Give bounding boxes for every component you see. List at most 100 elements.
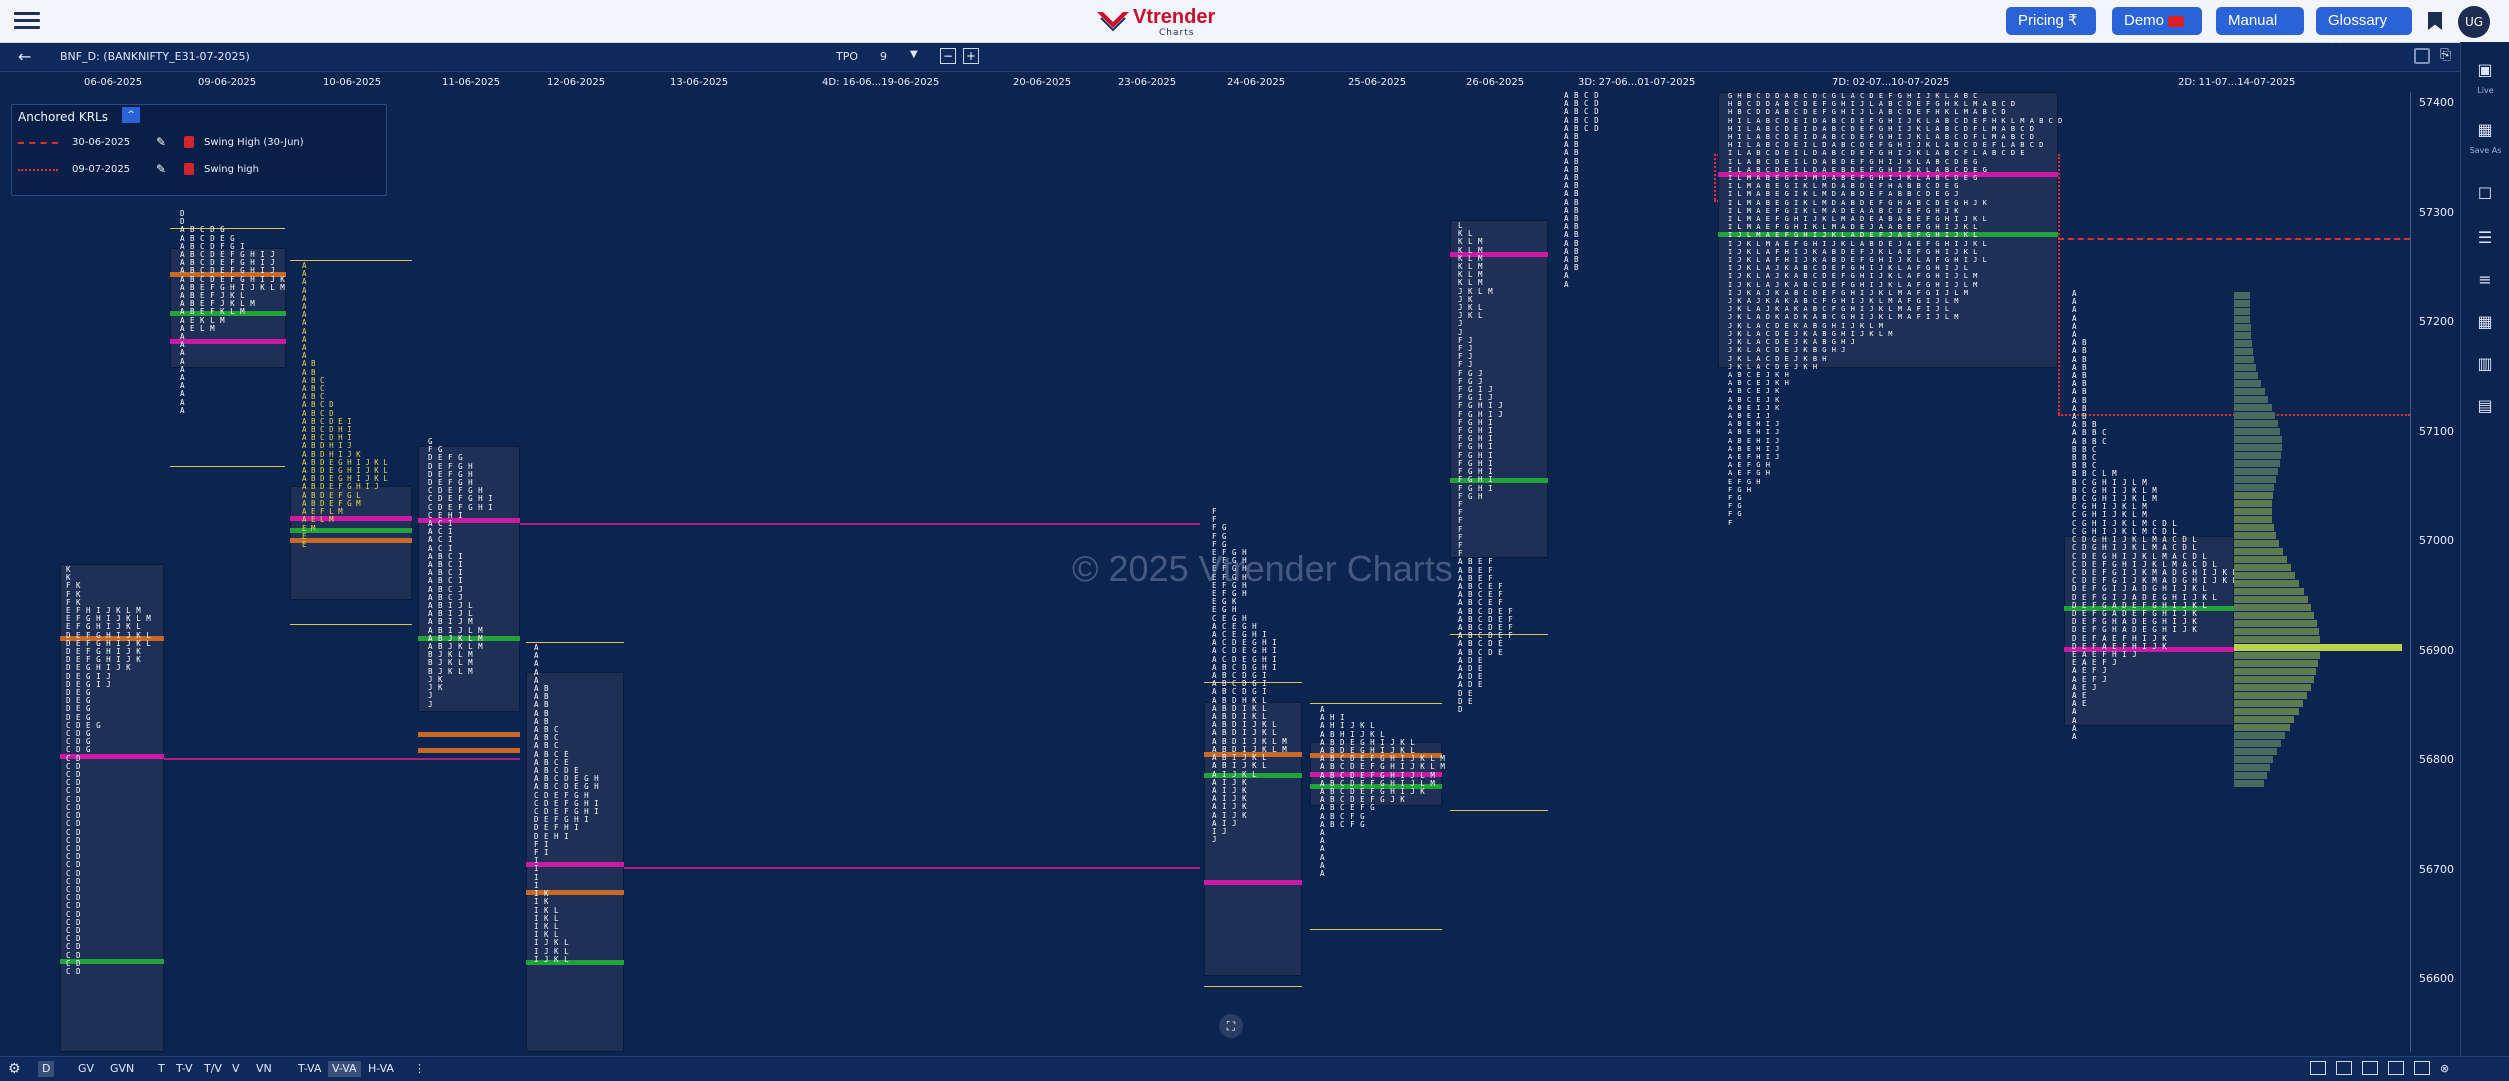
bookmark-icon[interactable]: [2428, 12, 2442, 30]
demo-button[interactable]: Demo: [2112, 7, 2202, 35]
live-icon[interactable]: ▣: [2474, 60, 2496, 82]
volume-bar: [2234, 740, 2281, 747]
volume-bar: [2234, 340, 2252, 347]
window-icon[interactable]: [2388, 1061, 2404, 1075]
columns-icon[interactable]: ▥: [2474, 354, 2496, 376]
list-icon[interactable]: ≡: [2474, 270, 2496, 292]
volume-bar: [2234, 372, 2258, 379]
krl-title: Anchored KRLs: [18, 110, 108, 124]
date-label: 06-06-2025: [84, 77, 143, 88]
date-label: 24-06-2025: [1227, 77, 1286, 88]
krl-date: 09-07-2025: [72, 164, 131, 175]
expand-icon[interactable]: [2414, 1061, 2430, 1075]
price-label: 56600: [2419, 972, 2454, 985]
volume-bar: [2234, 356, 2254, 363]
poc-extension-line: [560, 867, 1200, 869]
tpo-letters: A A A A A A B A B A B A B A B A B C A B …: [534, 643, 600, 964]
menu-icon[interactable]: [14, 12, 40, 30]
avatar[interactable]: UG: [2458, 6, 2490, 38]
volume-bar: [2234, 532, 2276, 539]
tpo-chart[interactable]: K K F K F K F K E F H I J K L M E F G H …: [0, 92, 2410, 1052]
krl-row: 30-06-2025 ✎ Swing High (30-Jun): [18, 135, 378, 151]
mode-d[interactable]: D: [38, 1061, 55, 1077]
volume-bar: [2234, 636, 2320, 643]
zoom-in-button[interactable]: +: [963, 48, 979, 64]
save-as-panel-icon[interactable]: ▦: [2474, 120, 2496, 142]
date-label: 4D: 16-06...19-06-2025: [822, 77, 940, 88]
date-label: 23-06-2025: [1118, 77, 1177, 88]
volume-bar: [2234, 396, 2268, 403]
volume-bar: [2234, 324, 2251, 331]
tpo-letters: G F G D E F G D E F G H D E F G H D E F …: [428, 437, 494, 709]
volume-bar: [2234, 308, 2250, 315]
volume-bar: [2234, 612, 2314, 619]
collapse-button[interactable]: ^: [122, 107, 140, 123]
volume-bar: [2234, 700, 2303, 707]
more-vertical-icon[interactable]: ⋮: [410, 1061, 429, 1077]
volume-bar: [2234, 540, 2279, 547]
image-icon[interactable]: [2362, 1061, 2378, 1075]
glossary-label: Glossary: [2328, 12, 2388, 29]
volume-bar: [2234, 644, 2402, 651]
pricing-button[interactable]: Pricing ₹: [2006, 7, 2096, 35]
krl-name: Swing high: [204, 164, 259, 175]
volume-bar: [2234, 556, 2287, 563]
square-tool-icon[interactable]: ☐: [2474, 184, 2496, 206]
vtrender-logo[interactable]: Vtrender Charts: [1095, 4, 1215, 38]
save-as-icon[interactable]: ⎘: [2440, 47, 2451, 63]
grid-icon[interactable]: ▦: [2474, 312, 2496, 334]
save-as-label: Save As: [2469, 146, 2502, 155]
close-icon[interactable]: ⊗: [2436, 1061, 2453, 1077]
price-label: 56700: [2419, 863, 2454, 876]
tpo-letters: K K F K F K F K E F H I J K L M E F G H …: [66, 565, 152, 976]
ib-highlight: [418, 748, 520, 753]
mode-t-v[interactable]: T-V: [172, 1061, 197, 1077]
mode-gvn[interactable]: GVN: [106, 1061, 138, 1077]
volume-bar: [2234, 692, 2307, 699]
delete-icon[interactable]: [184, 163, 194, 175]
tpo-size-select[interactable]: 9: [880, 50, 887, 63]
tpo-letters: A B C D A B C D A B C D A B C D A B C D …: [1564, 92, 1600, 289]
mode-v[interactable]: V: [228, 1061, 244, 1077]
volume-bar: [2234, 732, 2285, 739]
mode-t[interactable]: T: [154, 1061, 169, 1077]
delete-icon[interactable]: [184, 136, 194, 148]
volume-bar: [2234, 580, 2299, 587]
mode-t-va[interactable]: T-VA: [294, 1061, 325, 1077]
chevron-down-icon[interactable]: ▼: [910, 49, 918, 60]
mode-v-va[interactable]: V-VA: [328, 1061, 361, 1077]
volume-bar: [2234, 364, 2256, 371]
back-arrow-icon[interactable]: ←: [18, 47, 31, 66]
volume-bar: [2234, 380, 2261, 387]
volume-bar: [2234, 620, 2317, 627]
zoom-out-button[interactable]: −: [940, 48, 956, 64]
volume-bar: [2234, 428, 2280, 435]
edit-icon[interactable]: ✎: [156, 135, 166, 149]
edit-icon[interactable]: ✎: [156, 162, 166, 176]
line-chart-icon[interactable]: [2336, 1061, 2352, 1075]
symbol-name: BNF_D: (BANKNIFTY_E31-07-2025): [60, 50, 250, 63]
date-label: 11-06-2025: [442, 77, 501, 88]
grid-view-icon[interactable]: [2310, 1061, 2326, 1075]
glossary-button[interactable]: Glossary ⓘ: [2316, 7, 2412, 57]
volume-bar: [2234, 604, 2311, 611]
manual-button[interactable]: Manual ▤: [2216, 7, 2304, 57]
price-label: 57200: [2419, 315, 2454, 328]
mode-t-slash-v[interactable]: T/V: [200, 1061, 226, 1077]
volume-bar: [2234, 708, 2299, 715]
mode-gv[interactable]: GV: [74, 1061, 98, 1077]
volume-bar: [2234, 316, 2250, 323]
volume-bar: [2234, 348, 2253, 355]
mode-h-va[interactable]: H-VA: [364, 1061, 398, 1077]
volume-bar: [2234, 756, 2273, 763]
table-icon[interactable]: ▤: [2474, 396, 2496, 418]
save-icon[interactable]: [2414, 48, 2430, 64]
volume-bar: [2234, 420, 2278, 427]
volume-bar: [2234, 596, 2308, 603]
layers-icon[interactable]: ☰: [2474, 228, 2496, 250]
mode-vn[interactable]: VN: [252, 1061, 276, 1077]
anchored-krls-panel: Anchored KRLs ^ 30-06-2025 ✎ Swing High …: [11, 104, 387, 196]
gear-icon[interactable]: ⚙: [8, 1061, 21, 1077]
volume-bar: [2234, 332, 2251, 339]
fullscreen-icon[interactable]: ⛶: [1219, 1014, 1243, 1038]
